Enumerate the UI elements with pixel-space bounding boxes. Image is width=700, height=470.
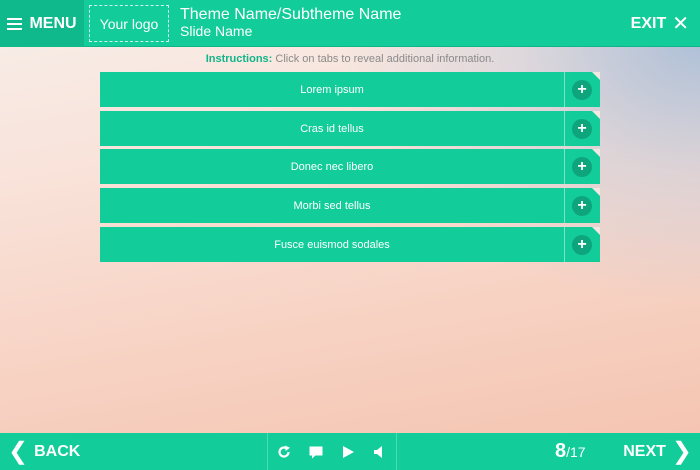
comment-icon[interactable]: [304, 440, 328, 464]
tab-divider: [564, 111, 565, 146]
plus-icon[interactable]: +: [572, 119, 592, 139]
title-block: Theme Name/Subtheme Name Slide Name: [180, 6, 402, 40]
close-icon: ✕: [672, 13, 689, 35]
current-page: 8: [555, 440, 567, 462]
instructions-text: Click on tabs to reveal additional infor…: [275, 53, 495, 65]
tab-label: Donec nec libero: [290, 160, 374, 173]
menu-label: MENU: [29, 14, 77, 32]
chevron-right-icon: ❯: [671, 437, 692, 465]
logo-placeholder: Your logo: [89, 5, 169, 42]
tab-item[interactable]: Cras id tellus +: [100, 111, 600, 146]
plus-icon[interactable]: +: [572, 80, 592, 100]
tab-label: Morbi sed tellus: [293, 199, 371, 212]
total-pages: /17: [566, 443, 586, 460]
tab-item[interactable]: Fusce euismod sodales +: [100, 227, 600, 262]
top-bar: MENU Your logo Theme Name/Subtheme Name …: [0, 0, 700, 47]
back-button[interactable]: ❮ BACK: [8, 433, 80, 470]
tab-divider: [564, 188, 565, 223]
folded-corner: [592, 111, 600, 119]
menu-button[interactable]: MENU: [0, 0, 84, 47]
next-label: NEXT: [623, 442, 666, 460]
slide-name: Slide Name: [180, 23, 253, 39]
tab-divider: [564, 227, 565, 262]
tab-label: Lorem ipsum: [300, 83, 364, 96]
plus-icon[interactable]: +: [572, 157, 592, 177]
logo-text: Your logo: [99, 15, 159, 32]
exit-button[interactable]: EXIT ✕: [631, 0, 689, 47]
bottom-bar: ❮ BACK 8 /17 NEXT ❯: [0, 433, 700, 470]
tab-label: Fusce euismod sodales: [274, 238, 390, 251]
folded-corner: [592, 72, 600, 80]
page-counter: 8 /17: [555, 433, 586, 470]
folded-corner: [592, 149, 600, 157]
hamburger-icon: [7, 17, 23, 30]
replay-icon[interactable]: [272, 440, 296, 464]
back-label: BACK: [34, 442, 81, 460]
tab-item[interactable]: Donec nec libero +: [100, 149, 600, 184]
theme-title: Theme Name/Subtheme Name: [180, 6, 402, 23]
tab-divider: [564, 149, 565, 184]
tab-item[interactable]: Morbi sed tellus +: [100, 188, 600, 223]
play-icon[interactable]: [336, 440, 360, 464]
exit-label: EXIT: [630, 14, 667, 32]
instructions: Instructions: Click on tabs to reveal ad…: [0, 53, 700, 65]
instructions-label: Instructions:: [205, 53, 273, 65]
player-controls: [267, 433, 397, 470]
plus-icon[interactable]: +: [572, 196, 592, 216]
folded-corner: [592, 227, 600, 235]
chevron-left-icon: ❮: [8, 437, 29, 465]
tab-divider: [564, 72, 565, 107]
tab-label: Cras id tellus: [300, 122, 364, 135]
next-button[interactable]: NEXT ❯: [623, 433, 692, 470]
plus-icon[interactable]: +: [572, 235, 592, 255]
tab-item[interactable]: Lorem ipsum +: [100, 72, 600, 107]
folded-corner: [592, 188, 600, 196]
volume-icon[interactable]: [368, 440, 392, 464]
